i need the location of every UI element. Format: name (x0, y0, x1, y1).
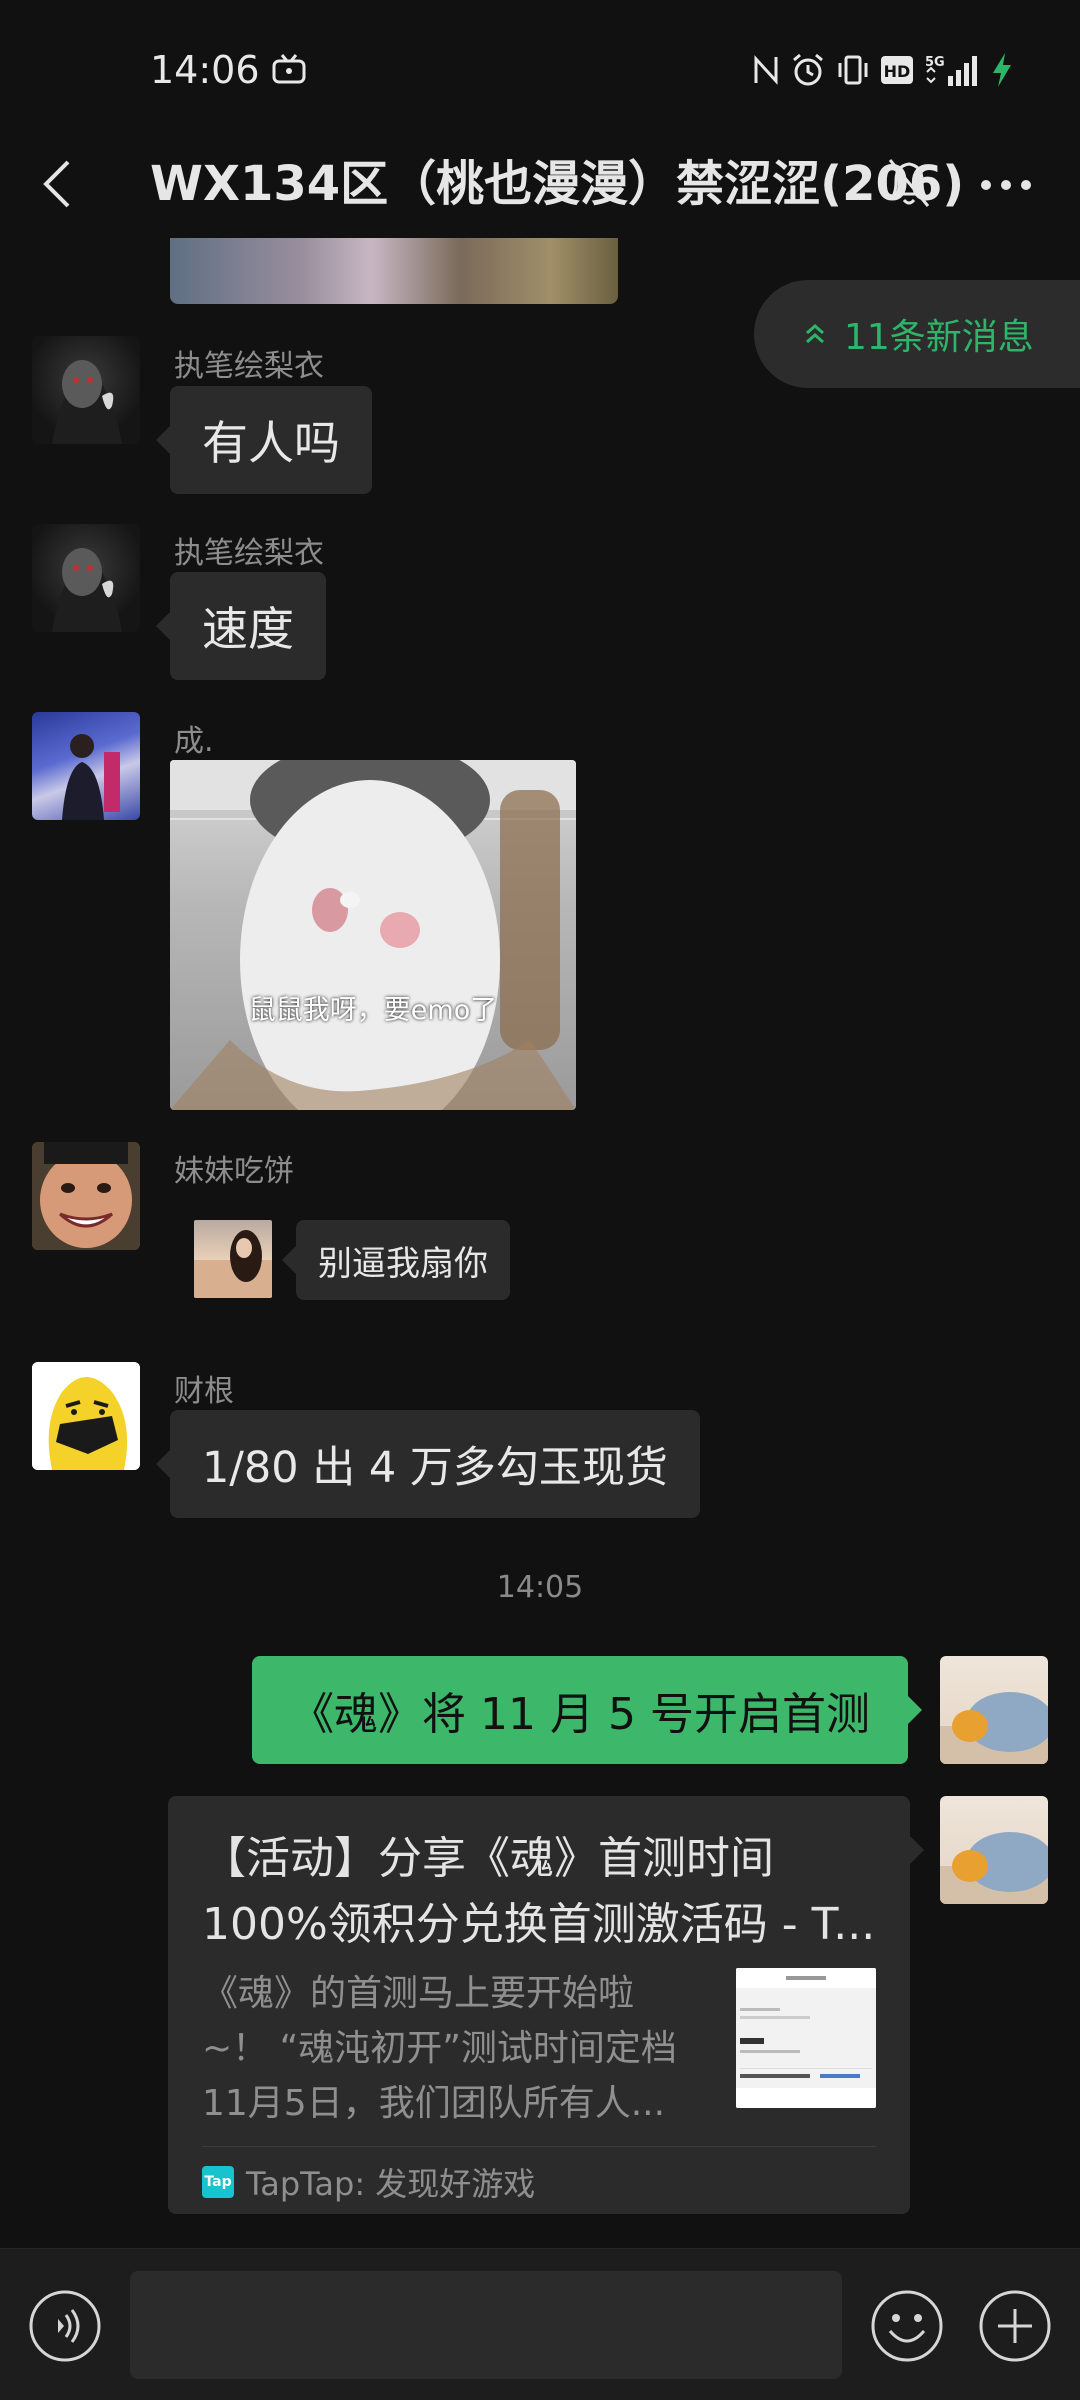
avatar-art (32, 1142, 140, 1250)
previous-image-message[interactable] (170, 238, 618, 304)
status-bar: 14:06 HD 5G (0, 0, 1080, 130)
card-desc-line: ~！ “魂沌初开”测试时间定档 (202, 2028, 677, 2069)
image-message[interactable]: 鼠鼠我呀，要emo了 (170, 760, 576, 1110)
card-divider (202, 2146, 876, 2147)
nfc-icon (754, 55, 778, 85)
avatar[interactable] (32, 1362, 140, 1470)
sender-name: 执笔绘梨衣 (174, 536, 324, 571)
signal-5g-icon: 5G (925, 55, 977, 86)
back-arrow-icon[interactable] (30, 152, 90, 216)
my-avatar[interactable] (940, 1656, 1048, 1764)
sender-name: 妹妹吃饼 (174, 1154, 294, 1189)
sticker-thumbnail[interactable] (194, 1220, 272, 1298)
voice-input-icon[interactable] (28, 2289, 102, 2363)
avatar-art (940, 1832, 1048, 1904)
plus-icon[interactable] (978, 2289, 1052, 2363)
link-card[interactable]: 【活动】分享《魂》首测时间 100%领积分兑换首测激活码 - T... 《魂》的… (168, 1796, 924, 2214)
tv-app-icon (272, 54, 306, 84)
chat-header: WX134区（桃也漫漫）禁涩涩(206) (0, 130, 1080, 240)
avatar-art (32, 1362, 140, 1470)
avatar[interactable] (32, 524, 140, 632)
double-chevron-up-icon (806, 324, 824, 344)
card-title-line: 100%领积分兑换首测激活码 - T... (202, 1899, 876, 1950)
timestamp: 14:05 (496, 1570, 584, 1605)
emoji-icon[interactable] (870, 2289, 944, 2363)
sticker-girl-art (194, 1230, 272, 1298)
card-desc-line: 《魂》的首测马上要开始啦 (202, 1973, 635, 2014)
sender-name: 财根 (174, 1374, 234, 1409)
avatar-art (62, 734, 120, 820)
avatar-art (940, 1692, 1048, 1764)
svg-text:5G: 5G (925, 55, 945, 70)
more-options-icon[interactable] (976, 160, 1036, 210)
avatar[interactable] (32, 1142, 140, 1250)
alarm-icon (793, 53, 823, 86)
card-desc-line: 11月5日，我们团队所有人... (202, 2083, 666, 2124)
message-bubble[interactable]: 有人吗 (156, 386, 372, 494)
sender-name: 成. (174, 724, 214, 759)
card-title: 【活动】分享《魂》首测时间 100%领积分兑换首测激活码 - T... (202, 1826, 882, 1958)
thumbnail-art (736, 1968, 876, 2108)
vibrate-icon (838, 55, 868, 85)
input-bar (0, 2248, 1080, 2400)
message-bubble[interactable]: 别逼我扇你 (282, 1220, 510, 1300)
hamster-picture (170, 760, 576, 1110)
new-messages-label: 11条新消息 (844, 317, 1034, 358)
avatar-art (52, 548, 122, 632)
card-title-line: 【活动】分享《魂》首测时间 (202, 1833, 774, 1884)
avatar[interactable] (32, 712, 140, 820)
card-source: Tap TapTap: 发现好游戏 (202, 2160, 535, 2204)
card-description: 《魂》的首测马上要开始啦 ~！ “魂沌初开”测试时间定档 11月5日，我们团队所… (202, 1966, 682, 2131)
charging-icon (993, 53, 1011, 87)
chat-title: WX134区（桃也漫漫）禁涩涩(206) (150, 156, 965, 212)
avatar-art (52, 360, 122, 444)
card-thumbnail (736, 1968, 876, 2108)
card-source-label: TapTap: 发现好游戏 (246, 2165, 536, 2203)
message-input[interactable] (130, 2271, 842, 2379)
avatar[interactable] (32, 336, 140, 444)
my-avatar[interactable] (940, 1796, 1048, 1904)
taptap-logo-icon: Tap (202, 2166, 234, 2198)
status-icons: HD 5G (752, 50, 1014, 90)
sender-name: 执笔绘梨衣 (174, 349, 324, 384)
my-message-bubble[interactable]: 《魂》将 11 月 5 号开启首测 (252, 1656, 922, 1764)
svg-text:HD: HD (884, 62, 911, 81)
message-bubble[interactable]: 速度 (156, 572, 326, 680)
message-bubble[interactable]: 1/80 出 4 万多勾玉现货 (156, 1410, 700, 1518)
hd-icon: HD (881, 56, 913, 84)
mute-bell-icon (888, 159, 930, 207)
new-messages-button[interactable]: 11条新消息 (754, 280, 1080, 388)
image-caption: 鼠鼠我呀，要emo了 (248, 995, 498, 1026)
status-time: 14:06 (150, 48, 260, 92)
